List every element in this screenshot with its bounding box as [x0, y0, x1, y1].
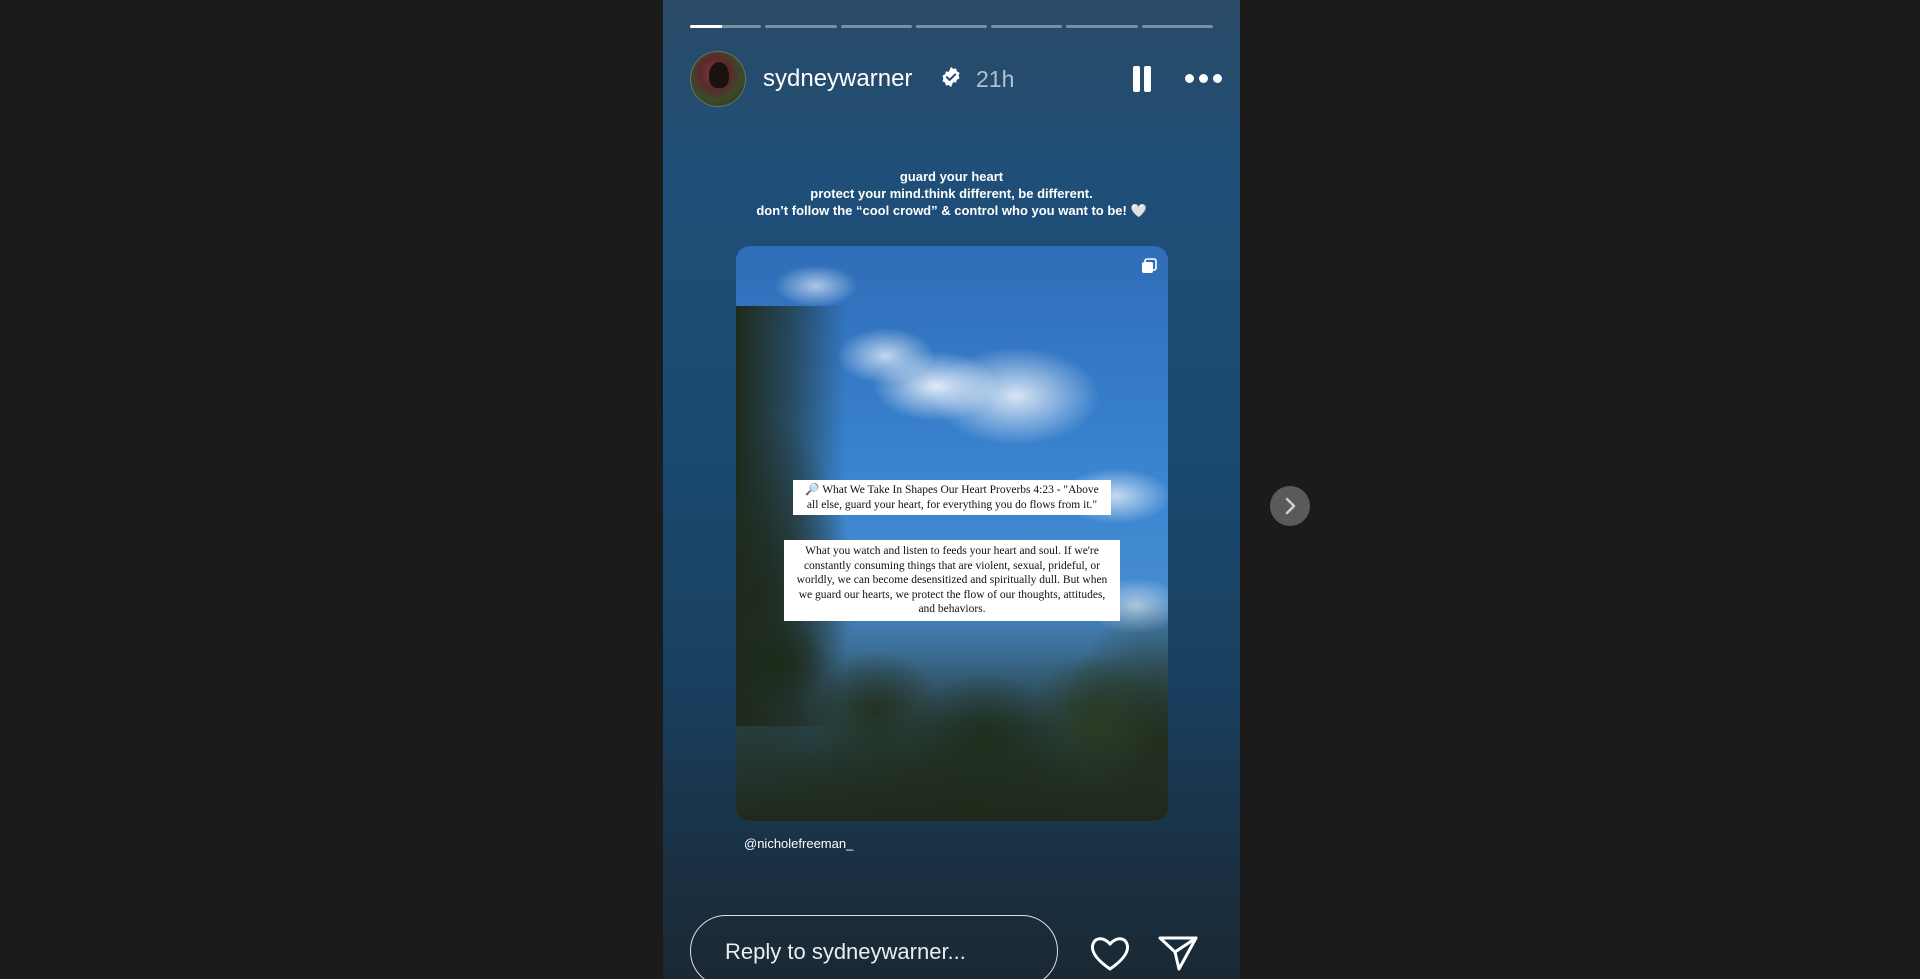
progress-segment	[690, 25, 762, 28]
progress-segment	[1066, 25, 1138, 28]
caption-line: don’t follow the “cool crowd” & control …	[756, 203, 1147, 218]
verified-badge-icon	[942, 66, 960, 88]
story-progress-bar	[690, 25, 1213, 29]
quote-text-box: 🔎 What We Take In Shapes Our Heart Prove…	[793, 480, 1111, 515]
body-text-box: What you watch and listen to feeds your …	[784, 540, 1120, 621]
story-header: sydneywarner 21h	[690, 50, 1222, 108]
tree-canopy	[736, 591, 1168, 821]
progress-segment	[991, 25, 1063, 28]
story-caption: guard your heart protect your mind.think…	[703, 168, 1200, 219]
carousel-icon	[1142, 258, 1157, 273]
post-time: 21h	[976, 66, 1015, 92]
pause-icon[interactable]	[1130, 64, 1154, 94]
progress-segment	[1141, 25, 1213, 28]
avatar[interactable]	[690, 51, 746, 107]
caption-line: protect your mind.think different, be di…	[810, 186, 1093, 201]
reply-input[interactable]	[725, 939, 1025, 965]
progress-segment	[915, 25, 988, 28]
heart-icon[interactable]	[1088, 933, 1132, 973]
progress-fill	[690, 25, 723, 28]
reply-field[interactable]	[690, 915, 1058, 979]
progress-segment	[840, 25, 912, 28]
shared-post-card[interactable]: 🔎 What We Take In Shapes Our Heart Prove…	[736, 246, 1168, 821]
progress-segment	[765, 25, 837, 28]
mention-sticker[interactable]: @nicholefreeman_	[744, 836, 853, 851]
chevron-right-icon	[1285, 497, 1296, 515]
caption-line: guard your heart	[899, 169, 1004, 184]
send-icon[interactable]	[1157, 933, 1199, 973]
more-options-icon[interactable]	[1184, 72, 1224, 86]
next-story-button[interactable]	[1270, 486, 1310, 526]
username-link[interactable]: sydneywarner	[763, 65, 912, 93]
story-viewer[interactable]: sydneywarner 21h guard your heart protec…	[663, 0, 1240, 979]
